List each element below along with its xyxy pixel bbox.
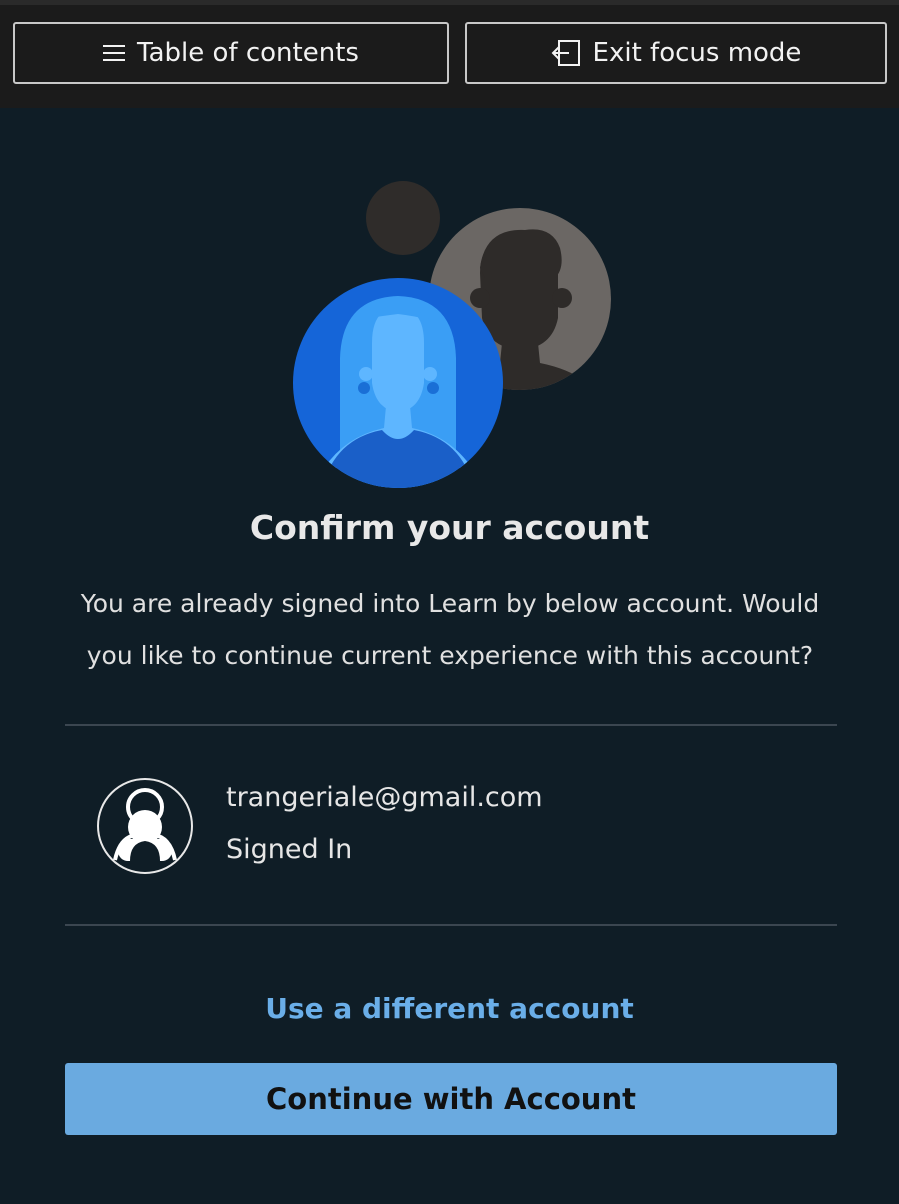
account-email: trangeriale@gmail.com — [226, 782, 543, 813]
divider — [65, 924, 837, 926]
continue-with-account-button[interactable]: Continue with Account — [65, 1063, 837, 1135]
exit-icon — [551, 39, 581, 67]
divider — [65, 724, 837, 726]
user-avatar-icon — [96, 777, 194, 875]
use-different-account-link[interactable]: Use a different account — [0, 992, 899, 1025]
dialog-description: You are already signed into Learn by bel… — [80, 589, 820, 670]
exit-focus-mode-button[interactable]: Exit focus mode — [465, 22, 887, 84]
table-of-contents-button[interactable]: Table of contents — [13, 22, 449, 84]
focus-mode-toolbar: Table of contents Exit focus mode — [0, 0, 899, 108]
dialog-title: Confirm your account — [249, 508, 650, 547]
account-illustration — [290, 178, 620, 492]
hamburger-menu-icon — [103, 44, 126, 62]
table-of-contents-label: Table of contents — [137, 38, 359, 68]
exit-focus-mode-label: Exit focus mode — [592, 38, 802, 68]
account-status: Signed In — [226, 834, 353, 865]
